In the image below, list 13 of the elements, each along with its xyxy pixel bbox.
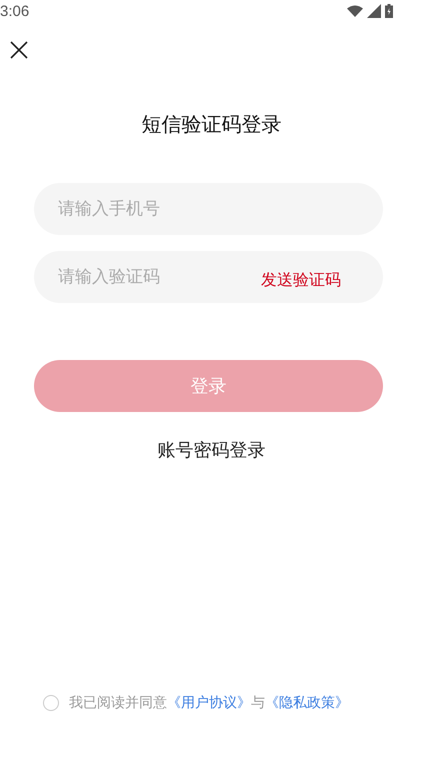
agreement-checkbox[interactable] [43,695,59,711]
user-agreement-link[interactable]: 《用户协议》 [167,695,251,711]
privacy-policy-link[interactable]: 《隐私政策》 [265,695,349,711]
close-icon[interactable] [9,40,29,60]
phone-field[interactable]: 请输入手机号 [34,183,383,235]
status-time: 3:06 [0,2,30,20]
page-title: 短信验证码登录 [140,111,282,138]
password-login-link[interactable]: 账号密码登录 [156,436,268,464]
agreement-text: 我已阅读并同意《用户协议》与《隐私政策》 [69,694,349,712]
battery-icon [385,4,393,18]
wifi-icon [347,5,363,17]
signal-icon [367,4,381,18]
send-code-link[interactable]: 发送验证码 [255,268,347,293]
